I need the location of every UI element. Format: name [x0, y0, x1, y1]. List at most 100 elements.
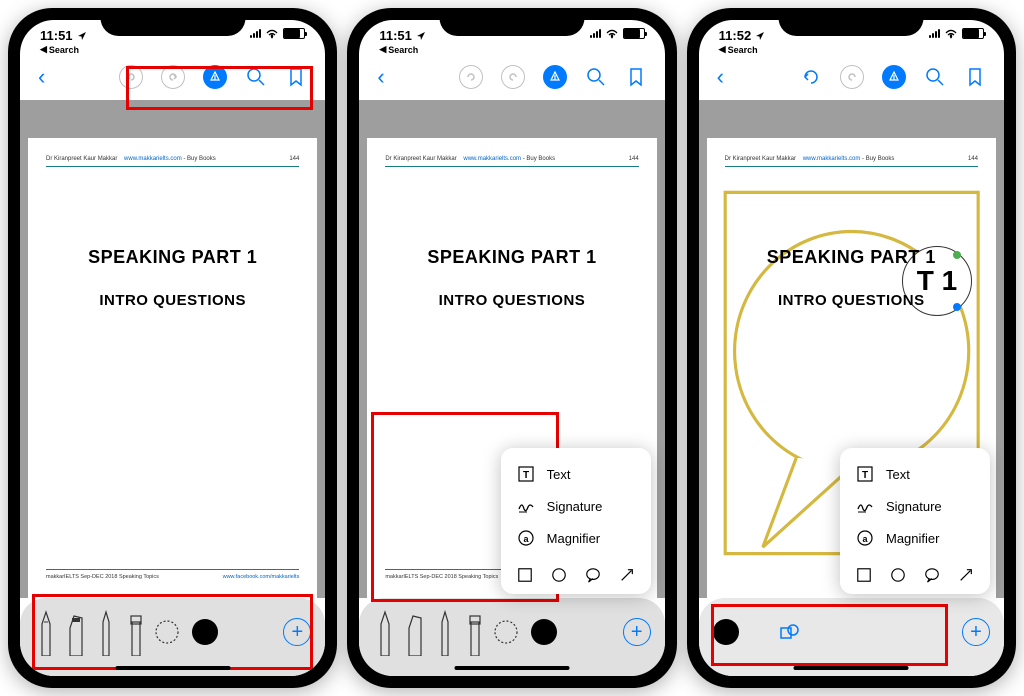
page-header: Dr Kiranpreet Kaur Makkar www.makkarielt… — [385, 156, 638, 167]
nav-bar: ‹ — [359, 60, 664, 100]
location-icon — [77, 31, 87, 41]
status-time: 11:52 — [719, 28, 752, 43]
pencil-tool[interactable] — [433, 608, 457, 656]
page-header: Dr Kiranpreet Kaur Makkar www.makkarielt… — [46, 156, 299, 167]
add-shape-popup: TText Signature a Magnifier — [501, 448, 651, 594]
shape-speech-bubble[interactable] — [585, 566, 601, 584]
search-button[interactable] — [924, 66, 946, 88]
add-shape-button[interactable]: + — [283, 618, 311, 646]
page-heading-2: INTRO QUESTIONS — [385, 292, 638, 309]
popup-magnifier-label: Magnifier — [886, 531, 939, 546]
wifi-icon — [265, 29, 279, 39]
status-back-to-search[interactable]: ◀ Search — [379, 44, 426, 55]
back-button[interactable]: ‹ — [377, 64, 384, 90]
wifi-icon — [944, 29, 958, 39]
popup-signature-label: Signature — [547, 499, 603, 514]
phone-frame-3: 11:52 ◀ Search ‹ Dr Kir — [687, 8, 1016, 688]
markup-toolbar-shape-mode: + — [699, 598, 1004, 676]
status-back-to-search[interactable]: ◀ Search — [719, 44, 766, 55]
home-indicator[interactable] — [794, 666, 909, 670]
shape-circle[interactable] — [890, 566, 906, 584]
wifi-icon — [605, 29, 619, 39]
color-picker[interactable] — [192, 619, 218, 645]
popup-signature-label: Signature — [886, 499, 942, 514]
pencil-tool[interactable] — [94, 608, 118, 656]
shape-rectangle[interactable] — [856, 566, 872, 584]
status-time: 11:51 — [40, 28, 73, 43]
undo-button[interactable] — [459, 65, 483, 89]
redo-button[interactable] — [501, 65, 525, 89]
phone-frame-1: 11:51 ◀ Search ‹ — [8, 8, 337, 688]
lasso-tool[interactable] — [493, 619, 519, 645]
shape-style-button[interactable] — [779, 622, 799, 642]
markup-toolbar: + — [20, 598, 325, 676]
status-time: 11:51 — [379, 28, 412, 43]
signal-icon — [929, 29, 940, 38]
pen-tool[interactable] — [34, 608, 58, 656]
back-button[interactable]: ‹ — [38, 64, 45, 90]
phone-screen-1: 11:51 ◀ Search ‹ — [20, 20, 325, 676]
markup-button[interactable] — [882, 65, 906, 89]
status-icons — [250, 28, 305, 39]
page-heading-2: INTRO QUESTIONS — [725, 292, 978, 309]
phone-screen-3: 11:52 ◀ Search ‹ Dr Kir — [699, 20, 1004, 676]
location-icon — [755, 31, 765, 41]
fill-color-picker[interactable] — [713, 619, 739, 645]
page-footer: makkarIELTS Sep-DEC 2018 Speaking Topics… — [46, 569, 299, 580]
phone-frame-2: 11:51 ◀ Search ‹ Dr Kir — [347, 8, 676, 688]
search-button[interactable] — [245, 66, 267, 88]
bookmark-button[interactable] — [964, 66, 986, 88]
home-indicator[interactable] — [454, 666, 569, 670]
bookmark-button[interactable] — [625, 66, 647, 88]
popup-item-text[interactable]: TText — [856, 458, 974, 490]
status-back-to-search[interactable]: ◀ Search — [40, 44, 87, 55]
popup-magnifier-label: Magnifier — [547, 531, 600, 546]
shape-arrow[interactable] — [619, 566, 635, 584]
eraser-tool[interactable] — [463, 608, 487, 656]
redo-button[interactable] — [840, 65, 864, 89]
signal-icon — [250, 29, 261, 38]
shape-circle[interactable] — [551, 566, 567, 584]
popup-text-label: Text — [547, 467, 571, 482]
svg-text:a: a — [523, 534, 529, 544]
undo-button[interactable] — [119, 65, 143, 89]
shape-arrow[interactable] — [958, 566, 974, 584]
document-viewport[interactable]: Dr Kiranpreet Kaur Makkar www.makkarielt… — [20, 100, 325, 598]
popup-item-signature[interactable]: Signature — [517, 490, 635, 522]
lasso-tool[interactable] — [154, 619, 180, 645]
bookmark-button[interactable] — [285, 66, 307, 88]
page-heading-1: SPEAKING PART 1 — [725, 247, 978, 268]
add-shape-button[interactable]: + — [623, 618, 651, 646]
marker-tool[interactable] — [403, 608, 427, 656]
markup-button[interactable] — [543, 65, 567, 89]
undo-button[interactable] — [800, 66, 822, 88]
marker-tool[interactable] — [64, 608, 88, 656]
search-button[interactable] — [585, 66, 607, 88]
location-icon — [416, 31, 426, 41]
popup-item-signature[interactable]: Signature — [856, 490, 974, 522]
pdf-page: Dr Kiranpreet Kaur Makkar www.makkarielt… — [28, 138, 317, 598]
page-heading-2: INTRO QUESTIONS — [46, 292, 299, 309]
status-icons — [929, 28, 984, 39]
page-heading-1: SPEAKING PART 1 — [46, 247, 299, 268]
phone-notch — [439, 8, 584, 36]
popup-item-magnifier[interactable]: a Magnifier — [517, 522, 635, 554]
phone-notch — [100, 8, 245, 36]
popup-item-text[interactable]: TText — [517, 458, 635, 490]
svg-text:a: a — [862, 534, 868, 544]
battery-icon — [962, 28, 984, 39]
markup-button[interactable] — [203, 65, 227, 89]
shape-speech-bubble[interactable] — [924, 566, 940, 584]
home-indicator[interactable] — [115, 666, 230, 670]
eraser-tool[interactable] — [124, 608, 148, 656]
back-button[interactable]: ‹ — [717, 64, 724, 90]
page-heading-1: SPEAKING PART 1 — [385, 247, 638, 268]
shape-rectangle[interactable] — [517, 566, 533, 584]
pen-tool[interactable] — [373, 608, 397, 656]
redo-button[interactable] — [161, 65, 185, 89]
phone-notch — [779, 8, 924, 36]
color-picker[interactable] — [531, 619, 557, 645]
add-shape-button[interactable]: + — [962, 618, 990, 646]
popup-item-magnifier[interactable]: a Magnifier — [856, 522, 974, 554]
svg-text:T: T — [862, 470, 868, 481]
